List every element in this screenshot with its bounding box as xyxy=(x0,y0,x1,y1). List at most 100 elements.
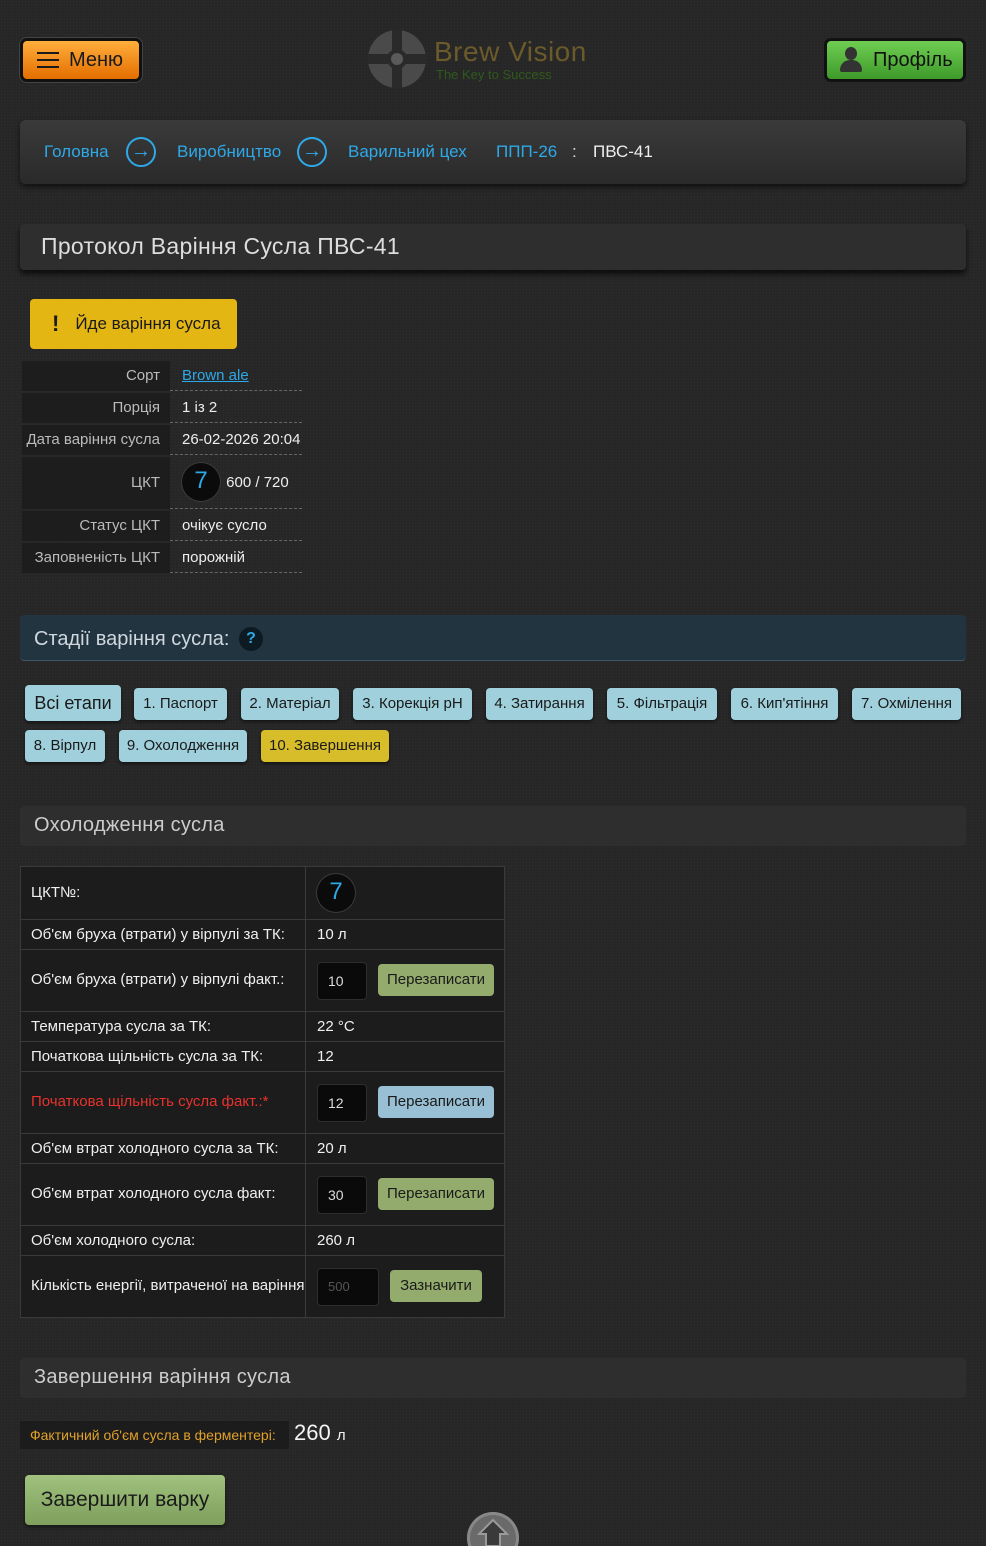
hamburger-icon xyxy=(37,52,59,68)
stage-cooling[interactable]: 9. Охолодження xyxy=(119,730,247,762)
sort-value: Brown ale xyxy=(170,361,302,391)
table-row: Кількість енергії, витраченої на варіння… xyxy=(21,1256,504,1317)
energy-mark-button[interactable]: Зазначити xyxy=(390,1270,482,1302)
stage-boiling[interactable]: 6. Кип'ятіння xyxy=(731,688,838,720)
info-row-portion: Порція 1 із 2 xyxy=(22,393,302,423)
table-row: Об'єм втрат холодного сусла за ТК: 20 л xyxy=(21,1134,504,1164)
exclamation-icon: ! xyxy=(52,311,60,336)
gravity-fact-input[interactable]: 12 xyxy=(317,1084,367,1122)
cooling-table: ЦКТ№: 7 Об'єм бруха (втрати) у вірпулі з… xyxy=(20,866,505,1318)
trub-rewrite-button[interactable]: Перезаписати xyxy=(378,964,494,996)
breadcrumb-home[interactable]: Головна xyxy=(44,142,109,162)
stages-header: Стадії варіння сусла: ? xyxy=(20,615,966,661)
cold-loss-fact-input[interactable]: 30 xyxy=(317,1176,367,1214)
tank-label: ЦКТ xyxy=(22,457,170,509)
fermenter-volume-label: Фактичний об'єм сусла в ферментері: xyxy=(20,1421,289,1449)
gravity-plan-label: Початкова щільність сусла за ТК: xyxy=(31,1048,264,1065)
stage-filtration[interactable]: 5. Фільтрація xyxy=(607,688,717,720)
breadcrumb-current: ПВС-41 xyxy=(593,142,653,161)
cooling-tank-badge[interactable]: 7 xyxy=(317,874,355,912)
table-row: Початкова щільність сусла факт.:* 12 Пер… xyxy=(21,1072,504,1134)
page-title: Протокол Варіння Сусла ПВС-41 xyxy=(20,224,966,270)
trub-fact-label: Об'єм бруха (втрати) у вірпулі факт.: xyxy=(31,971,285,988)
cooling-section-title: Охолодження сусла xyxy=(20,806,966,846)
completion-section-title: Завершення варіння сусла xyxy=(20,1358,966,1398)
info-row-tank-status: Статус ЦКТ очікує сусло xyxy=(22,511,302,541)
info-row-date: Дата варіння сусла 26-02-2026 20:04 xyxy=(22,425,302,455)
stage-all[interactable]: Всі етапи xyxy=(25,685,121,721)
table-row: Об'єм бруха (втрати) у вірпулі факт.: 10… xyxy=(21,950,504,1012)
logo-mark-center xyxy=(387,49,407,69)
trub-plan-label: Об'єм бруха (втрати) у вірпулі за ТК: xyxy=(31,926,285,943)
arrow-right-circle-icon: → xyxy=(126,137,156,167)
stage-completion[interactable]: 10. Завершення xyxy=(261,730,389,762)
logo[interactable]: Brew Vision The Key to Success xyxy=(368,30,608,90)
table-row: Об'єм холодного сусла: 260 л xyxy=(21,1226,504,1256)
portion-label: Порція xyxy=(22,393,170,423)
sort-label: Сорт xyxy=(22,361,170,391)
logo-tagline: The Key to Success xyxy=(436,67,552,82)
gravity-rewrite-button[interactable]: Перезаписати xyxy=(378,1086,494,1118)
profile-button[interactable]: Профіль xyxy=(824,38,966,82)
menu-label: Меню xyxy=(69,48,124,71)
fermenter-volume: 260 л xyxy=(294,1420,346,1446)
arrow-right-circle-icon: → xyxy=(297,137,327,167)
cold-volume-label: Об'єм холодного сусла: xyxy=(31,1232,196,1249)
question-circle-icon[interactable]: ? xyxy=(238,627,263,651)
info-row-tank: ЦКТ 7 600 / 720 xyxy=(22,457,302,509)
trub-plan-value: 10 л xyxy=(317,926,347,943)
cold-volume-value: 260 л xyxy=(317,1232,355,1249)
gravity-plan-value: 12 xyxy=(317,1048,334,1065)
stage-ph-correction[interactable]: 3. Корекція pH xyxy=(353,688,472,720)
tank-fill-label: Заповненість ЦКТ xyxy=(22,543,170,573)
brew-date-label: Дата варіння сусла xyxy=(22,425,170,455)
status-alert-text: Йде варіння сусла xyxy=(75,314,221,333)
finish-brew-button[interactable]: Завершити варку xyxy=(25,1475,225,1525)
breadcrumb-separator: : xyxy=(572,142,577,161)
energy-input[interactable]: 500 xyxy=(317,1268,379,1306)
cold-loss-plan-label: Об'єм втрат холодного сусла за ТК: xyxy=(31,1140,279,1157)
table-row: Об'єм бруха (втрати) у вірпулі за ТК: 10… xyxy=(21,920,504,950)
info-row-sort: Сорт Brown ale xyxy=(22,361,302,391)
temperature-value: 22 °C xyxy=(317,1018,355,1035)
breadcrumb-ppp[interactable]: ППП-26 xyxy=(496,142,557,162)
tank-number-badge[interactable]: 7 xyxy=(182,463,220,501)
tank-value: 7 600 / 720 xyxy=(170,457,302,509)
tank-volume: 600 / 720 xyxy=(226,473,289,491)
stage-passport[interactable]: 1. Паспорт xyxy=(134,688,227,720)
status-alert: ! Йде варіння сусла xyxy=(30,299,237,349)
breadcrumb: Головна → Виробництво → Варильний цех ПП… xyxy=(20,120,966,184)
brew-date-value: 26-02-2026 20:04 xyxy=(170,425,302,455)
logo-title: Brew Vision xyxy=(434,36,587,67)
temperature-label: Температура сусла за ТК: xyxy=(31,1018,212,1035)
gravity-fact-label: Початкова щільність сусла факт.:* xyxy=(31,1093,269,1110)
cold-loss-fact-label: Об'єм втрат холодного сусла факт: xyxy=(31,1185,276,1202)
stage-mashing[interactable]: 4. Затирання xyxy=(486,688,593,720)
user-silhouette-icon xyxy=(839,47,863,73)
fermenter-volume-value: 260 xyxy=(294,1420,331,1445)
breadcrumb-production[interactable]: Виробництво xyxy=(177,142,281,162)
menu-button[interactable]: Меню xyxy=(20,38,142,82)
arrow-up-circle-icon xyxy=(477,1518,509,1546)
cold-loss-rewrite-button[interactable]: Перезаписати xyxy=(378,1178,494,1210)
tank-fill-value: порожній xyxy=(170,543,302,573)
tank-status-label: Статус ЦКТ xyxy=(22,511,170,541)
stage-hopping[interactable]: 7. Охмілення xyxy=(852,688,961,720)
scroll-to-top-button[interactable] xyxy=(467,1512,519,1546)
tank-status-value: очікує сусло xyxy=(170,511,302,541)
profile-label: Профіль xyxy=(873,48,953,71)
breadcrumb-brewhouse[interactable]: Варильний цех xyxy=(348,142,467,162)
tank-number-label: ЦКТ№: xyxy=(31,884,81,901)
table-row: Об'єм втрат холодного сусла факт: 30 Пер… xyxy=(21,1164,504,1226)
sort-link[interactable]: Brown ale xyxy=(182,367,249,384)
cold-loss-plan-value: 20 л xyxy=(317,1140,347,1157)
table-row: Температура сусла за ТК: 22 °C xyxy=(21,1012,504,1042)
stage-whirlpool[interactable]: 8. Вірпул xyxy=(25,730,105,762)
energy-label: Кількість енергії, витраченої на варіння xyxy=(31,1277,305,1294)
info-row-tank-fill: Заповненість ЦКТ порожній xyxy=(22,543,302,573)
stage-material[interactable]: 2. Матеріал xyxy=(241,688,339,720)
fermenter-volume-unit: л xyxy=(336,1427,346,1444)
stages-title: Стадії варіння сусла: xyxy=(34,628,230,650)
table-row: ЦКТ№: 7 xyxy=(21,867,504,920)
trub-fact-input[interactable]: 10 xyxy=(317,962,367,1000)
